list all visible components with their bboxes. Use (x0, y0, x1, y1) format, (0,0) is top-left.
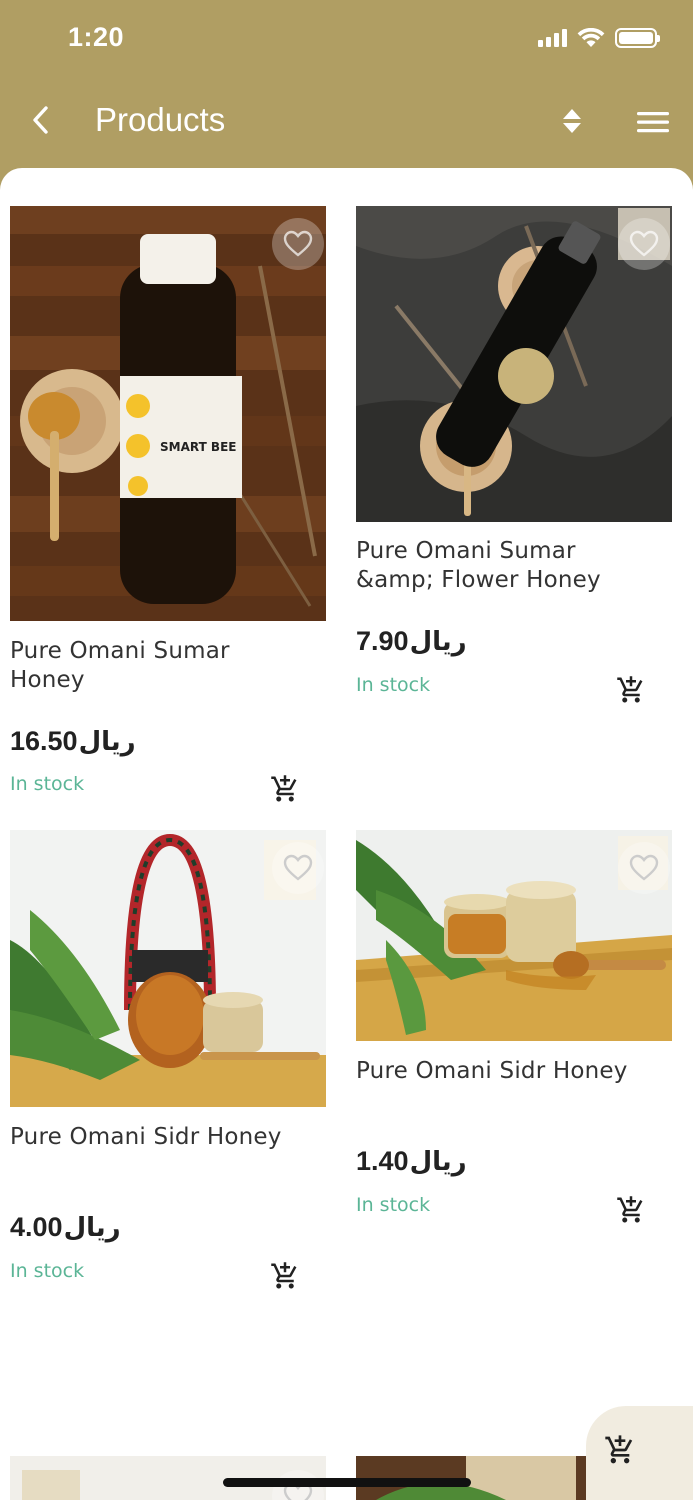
price-value: 1.40 (356, 1146, 409, 1176)
product-name[interactable]: Pure Omani Sumar Honey (10, 637, 310, 695)
price-value: 7.90 (356, 626, 409, 656)
chevron-left-icon (33, 106, 48, 134)
currency-symbol: ریال (409, 627, 467, 657)
stock-status: In stock (10, 773, 85, 795)
product-image[interactable] (356, 830, 672, 1041)
favorite-button[interactable] (618, 842, 670, 894)
stock-status: In stock (10, 1260, 85, 1282)
product-name[interactable]: Pure Omani Sidr Honey (356, 1057, 656, 1086)
add-to-cart-icon (617, 676, 643, 703)
product-price: 7.90 ریال (356, 626, 467, 657)
status-time: 1:20 (68, 22, 125, 52)
add-to-cart-button[interactable] (268, 772, 302, 806)
battery-icon (615, 28, 660, 48)
product-card[interactable]: Pure Omani Sidr Honey 4.00 ریال In stock (10, 830, 327, 1290)
product-list[interactable]: SMART BEE Pure Omani Sumar Honey 16.50 ری… (0, 168, 693, 1500)
currency-symbol: ریال (63, 1213, 121, 1243)
product-image[interactable]: SMART BEE (10, 206, 326, 621)
status-icons (538, 28, 660, 48)
honey-bottle-photo: SMART BEE (10, 206, 326, 621)
svg-text:SMART BEE: SMART BEE (160, 440, 236, 454)
home-indicator (223, 1478, 471, 1487)
heart-icon (629, 854, 659, 881)
heart-icon (283, 230, 313, 257)
heart-icon (283, 854, 313, 881)
product-name[interactable]: Pure Omani Sumar &amp; Flower Honey (356, 537, 656, 595)
product-image[interactable] (356, 206, 672, 522)
heart-icon (629, 230, 659, 257)
signal-icon (538, 29, 567, 47)
floating-cart-button[interactable] (586, 1406, 693, 1500)
price-value: 4.00 (10, 1212, 63, 1242)
favorite-button[interactable] (618, 218, 670, 270)
add-to-cart-icon (271, 1262, 297, 1289)
stock-status: In stock (356, 674, 431, 696)
product-image[interactable] (10, 830, 326, 1107)
favorite-button[interactable] (272, 842, 324, 894)
favorite-button[interactable] (272, 218, 324, 270)
add-to-cart-button[interactable] (614, 1193, 648, 1227)
product-price: 16.50 ریال (10, 726, 136, 757)
product-price: 1.40 ریال (356, 1146, 467, 1177)
page-title: Products (95, 101, 226, 138)
back-button[interactable] (22, 98, 58, 142)
sort-button[interactable] (555, 100, 589, 142)
add-to-cart-icon (271, 775, 297, 802)
hamburger-menu-icon (637, 112, 669, 133)
add-to-cart-button[interactable] (268, 1259, 302, 1293)
product-name[interactable]: Pure Omani Sidr Honey (10, 1123, 310, 1152)
product-card[interactable]: SMART BEE Pure Omani Sumar Honey 16.50 ری… (10, 206, 327, 806)
wifi-icon (577, 28, 605, 47)
product-card[interactable]: Pure Omani Sumar &amp; Flower Honey 7.90… (356, 206, 673, 726)
add-to-cart-icon (605, 1435, 633, 1464)
add-to-cart-icon (617, 1196, 643, 1223)
product-card[interactable]: Pure Omani Sidr Honey 1.40 ریال In stock (356, 830, 673, 1230)
add-to-cart-button[interactable] (614, 673, 648, 707)
stock-status: In stock (356, 1194, 431, 1216)
app-header: Products (0, 80, 693, 166)
currency-symbol: ریال (409, 1147, 467, 1177)
currency-symbol: ریال (78, 727, 136, 757)
menu-button[interactable] (634, 102, 672, 142)
price-value: 16.50 (10, 726, 78, 756)
status-bar: 1:20 (0, 0, 693, 80)
product-price: 4.00 ریال (10, 1212, 121, 1243)
sort-icon (563, 109, 581, 133)
